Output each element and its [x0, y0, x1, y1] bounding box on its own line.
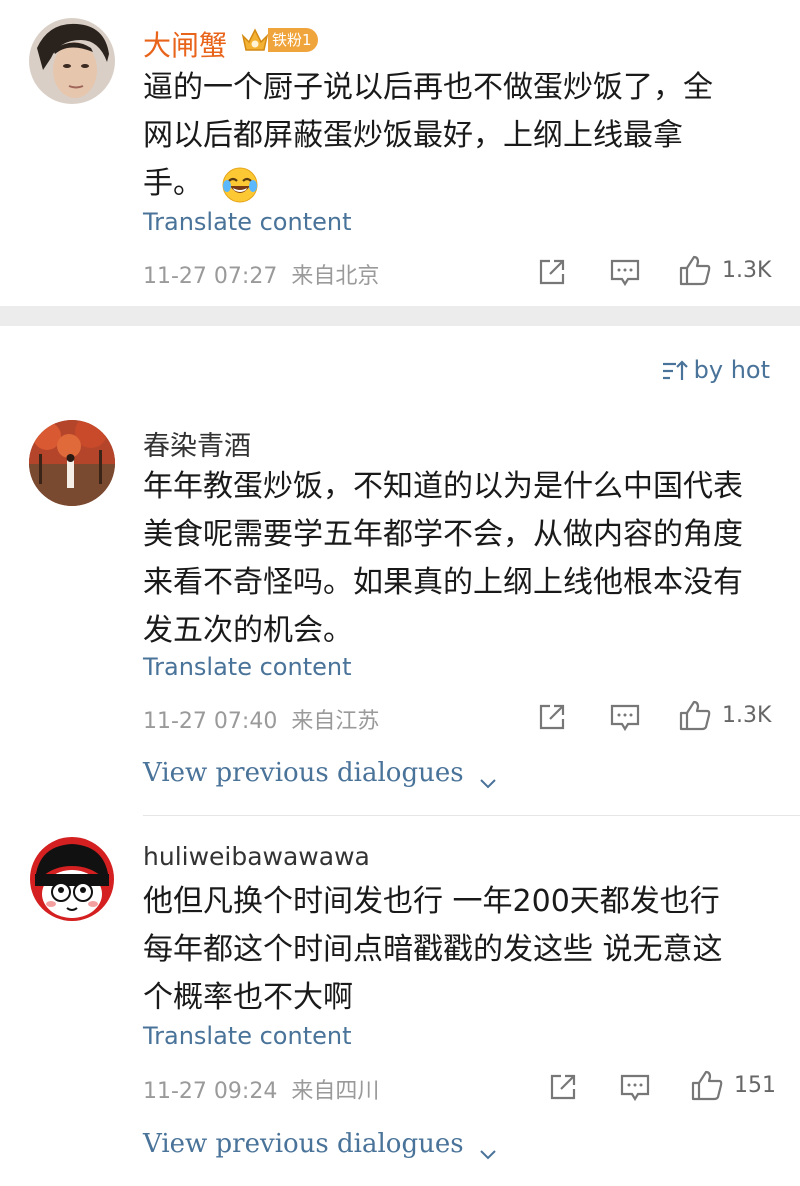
- location: 来自江苏: [291, 709, 380, 734]
- comment-meta: 11-27 09:24 来自四川: [143, 1073, 379, 1105]
- divider: [143, 815, 800, 816]
- translate-link[interactable]: Translate content: [143, 653, 352, 681]
- location: 来自四川: [291, 1079, 380, 1104]
- comment-line: 网以后都屏蔽蛋炒饭最好，上纲上线最拿: [143, 118, 683, 153]
- comment-item: 春染青酒 年年教蛋炒饭，不知道的以为是什么中国代表 美食呢需要学五年都学不会，从…: [0, 406, 800, 806]
- username[interactable]: 春染青酒: [143, 424, 251, 463]
- laughing-crying-emoji: [221, 166, 259, 204]
- crown-fan-icon: [240, 26, 270, 54]
- comment-text: 年年教蛋炒饭，不知道的以为是什么中国代表 美食呢需要学五年都学不会，从做内容的角…: [143, 463, 743, 655]
- comment-line: 每年都这个时间点暗戳戳的发这些 说无意这: [143, 932, 723, 967]
- section-gap: [0, 306, 800, 326]
- comment-line: 他但凡换个时间发也行 一年200天都发也行: [143, 884, 720, 919]
- view-previous-dialogues-link[interactable]: View previous dialogues: [143, 758, 498, 789]
- sort-toggle[interactable]: by hot: [662, 356, 770, 384]
- avatar[interactable]: [29, 420, 115, 506]
- top-comment: 大闸蟹 铁粉1 逼的一个厨子说以后再也不做蛋炒饭了，全 网以后都屏蔽蛋炒饭最好，…: [0, 0, 800, 306]
- timestamp: 11-27 09:24: [143, 1079, 278, 1104]
- timestamp: 11-27 07:27: [143, 264, 278, 289]
- share-icon[interactable]: [536, 256, 570, 290]
- comment-line: 发五次的机会。: [143, 613, 353, 648]
- share-icon[interactable]: [547, 1071, 581, 1105]
- comment-text: 他但凡换个时间发也行 一年200天都发也行 每年都这个时间点暗戳戳的发这些 说无…: [143, 878, 723, 1022]
- comment-line: 个概率也不大啊: [143, 980, 353, 1015]
- like-icon[interactable]: [678, 254, 712, 288]
- comment-line: 年年教蛋炒饭，不知道的以为是什么中国代表: [143, 469, 743, 504]
- comment-item: huliweibawawawa 他但凡换个时间发也行 一年200天都发也行 每年…: [0, 826, 800, 1186]
- sort-icon: [662, 359, 688, 383]
- fan-badge-label: 铁粉1: [268, 28, 318, 52]
- username[interactable]: huliweibawawawa: [143, 842, 370, 871]
- avatar[interactable]: [29, 18, 115, 104]
- comment-meta: 11-27 07:40 来自江苏: [143, 703, 379, 735]
- like-icon[interactable]: [678, 699, 712, 733]
- like-count: 1.3K: [722, 703, 772, 728]
- timestamp: 11-27 07:40: [143, 709, 278, 734]
- comment-line: 手。: [143, 160, 713, 208]
- translate-link[interactable]: Translate content: [143, 1022, 352, 1050]
- sort-label: by hot: [693, 356, 770, 384]
- comment-icon[interactable]: [608, 701, 642, 735]
- comment-meta: 11-27 07:27 来自北京: [143, 258, 379, 290]
- chevron-down-icon: [478, 1138, 498, 1160]
- share-icon[interactable]: [536, 701, 570, 735]
- view-previous-dialogues-link[interactable]: View previous dialogues: [143, 1129, 498, 1160]
- comment-icon[interactable]: [608, 256, 642, 290]
- like-count: 1.3K: [722, 258, 772, 283]
- comment-icon[interactable]: [618, 1071, 652, 1105]
- location: 来自北京: [291, 264, 380, 289]
- comment-line: 美食呢需要学五年都学不会，从做内容的角度: [143, 517, 743, 552]
- username[interactable]: 大闸蟹: [143, 24, 227, 64]
- comment-line: 逼的一个厨子说以后再也不做蛋炒饭了，全: [143, 70, 713, 105]
- avatar[interactable]: [29, 836, 115, 922]
- translate-link[interactable]: Translate content: [143, 208, 352, 236]
- chevron-down-icon: [478, 767, 498, 789]
- comment-line: 来看不奇怪吗。如果真的上纲上线他根本没有: [143, 565, 743, 600]
- like-icon[interactable]: [690, 1069, 724, 1103]
- like-count: 151: [734, 1073, 776, 1098]
- comment-text: 逼的一个厨子说以后再也不做蛋炒饭了，全 网以后都屏蔽蛋炒饭最好，上纲上线最拿 手…: [143, 64, 713, 208]
